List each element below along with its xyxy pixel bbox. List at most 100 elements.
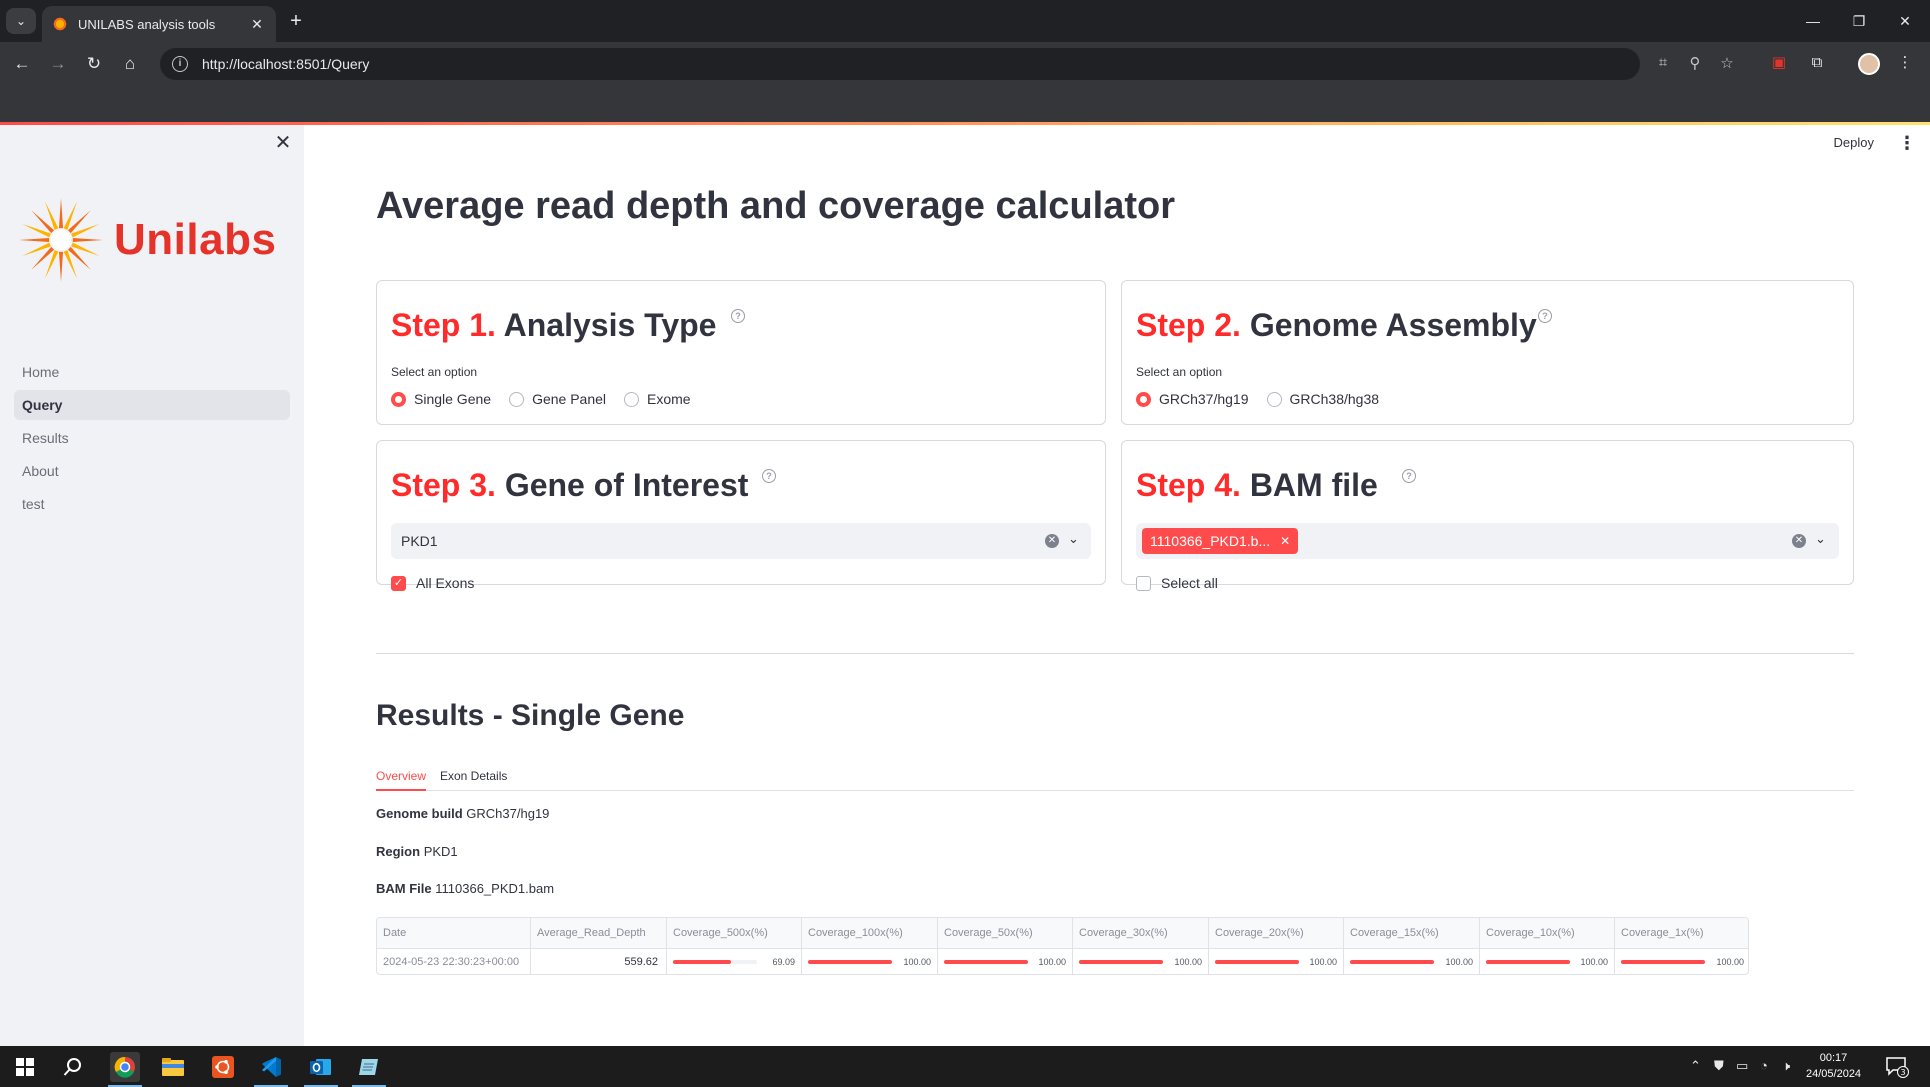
column-header[interactable]: Coverage_15x(%): [1344, 918, 1480, 948]
radio-label: GRCh37/hg19: [1159, 391, 1249, 407]
address-bar[interactable]: i http://localhost:8501/Query ⌗ ⚲ ☆: [160, 48, 1734, 80]
radio-unselected-icon: [509, 391, 525, 407]
logo-ray: [58, 198, 64, 229]
column-header[interactable]: Coverage_50x(%): [938, 918, 1073, 948]
radio-gene-panel[interactable]: Gene Panel: [509, 391, 606, 407]
windows-start-icon[interactable]: [10, 1052, 40, 1082]
clear-icon[interactable]: ✕: [1045, 534, 1059, 548]
sidebar: ✕ Unilabs Home Query Results About test: [0, 125, 304, 1046]
coverage-cell: 100.00: [938, 949, 1073, 974]
chrome-menu-icon[interactable]: ⋮: [1894, 52, 1916, 74]
taskbar-clock[interactable]: 00:17 24/05/2024: [1806, 1050, 1861, 1082]
results-table[interactable]: Date Average_Read_Depth Coverage_500x(%)…: [376, 917, 1749, 975]
home-icon[interactable]: ⌂: [116, 50, 144, 78]
table-row[interactable]: 2024-05-23 22:30:23+00:00 559.62 69.09 1…: [377, 949, 1748, 974]
step1-heading: Step 1. Analysis Type: [391, 307, 716, 344]
coverage-cell: 69.09: [667, 949, 802, 974]
minimize-icon[interactable]: —: [1798, 8, 1828, 34]
search-icon[interactable]: [58, 1052, 88, 1082]
all-exons-checkbox[interactable]: ✓ All Exons: [391, 575, 474, 591]
forward-icon[interactable]: →: [44, 50, 72, 78]
extension-icon[interactable]: ▣: [1768, 52, 1790, 74]
notification-icon[interactable]: 3: [1882, 1052, 1912, 1082]
browser-toolbar: ← → ↻ ⌂ i http://localhost:8501/Query ⌗ …: [0, 42, 1930, 86]
column-header[interactable]: Coverage_10x(%): [1480, 918, 1615, 948]
column-header[interactable]: Coverage_30x(%): [1073, 918, 1209, 948]
progress-bar: [1079, 960, 1163, 964]
notification-count: 3: [1900, 1068, 1905, 1077]
bookmark-star-icon[interactable]: ☆: [1716, 54, 1738, 72]
progress-fill: [1215, 960, 1299, 964]
profile-avatar[interactable]: [1858, 53, 1880, 75]
extensions-puzzle-icon[interactable]: ⧉: [1806, 52, 1828, 74]
coverage-value: 100.00: [1038, 957, 1066, 967]
ubuntu-icon[interactable]: [208, 1052, 238, 1082]
url-text[interactable]: http://localhost:8501/Query: [202, 56, 369, 72]
close-sidebar-icon[interactable]: ✕: [273, 133, 293, 153]
reload-icon[interactable]: ↻: [80, 50, 108, 78]
chevron-down-icon[interactable]: ⌄: [1068, 531, 1079, 547]
column-header[interactable]: Coverage_1x(%): [1615, 918, 1748, 948]
site-info-icon[interactable]: i: [172, 56, 188, 72]
translate-icon[interactable]: ⌗: [1652, 54, 1674, 71]
help-icon[interactable]: ?: [1538, 309, 1552, 323]
close-tab-icon[interactable]: ✕: [248, 16, 266, 33]
browser-tab[interactable]: UNILABS analysis tools ✕: [42, 6, 276, 42]
progress-fill: [808, 960, 892, 964]
progress-fill: [1079, 960, 1163, 964]
column-header[interactable]: Average_Read_Depth: [531, 918, 667, 948]
vscode-icon[interactable]: [256, 1052, 286, 1082]
radio-exome[interactable]: Exome: [624, 391, 691, 407]
volume-icon[interactable]: 🕨: [1782, 1058, 1790, 1074]
close-window-icon[interactable]: ✕: [1890, 8, 1920, 34]
progress-bar: [673, 960, 757, 964]
chrome-icon[interactable]: [110, 1052, 140, 1082]
bam-file-multiselect[interactable]: 1110366_PKD1.b... ✕ ✕ ⌄: [1136, 523, 1839, 559]
sidebar-item-query[interactable]: Query: [14, 390, 290, 420]
network-icon[interactable]: ◔: [1760, 1058, 1768, 1073]
defender-icon[interactable]: ⛊: [1714, 1058, 1724, 1074]
chip-label: 1110366_PKD1.b...: [1150, 533, 1271, 549]
help-icon[interactable]: ?: [731, 309, 745, 323]
gene-select[interactable]: PKD1 ✕ ⌄: [391, 523, 1091, 559]
tab-overview[interactable]: Overview: [376, 769, 426, 783]
bam-file-value: 1110366_PKD1.bam: [435, 881, 555, 896]
show-hidden-icons-icon[interactable]: ⌃: [1690, 1058, 1701, 1074]
outlook-icon[interactable]: [306, 1052, 336, 1082]
results-title: Results - Single Gene: [376, 699, 685, 732]
sidebar-item-results[interactable]: Results: [14, 423, 290, 453]
sidebar-item-test[interactable]: test: [14, 489, 290, 519]
coverage-value: 100.00: [1716, 957, 1744, 967]
chevron-down-icon[interactable]: ⌄: [1815, 531, 1826, 547]
column-header[interactable]: Date: [377, 918, 531, 948]
sidebar-item-about[interactable]: About: [14, 456, 290, 486]
radio-grch38[interactable]: GRCh38/hg38: [1266, 391, 1379, 407]
step2-option-label: Select an option: [1136, 365, 1223, 379]
notepad-icon[interactable]: [354, 1052, 384, 1082]
main-menu-icon[interactable]: ⋮: [1898, 133, 1916, 154]
coverage-cell: 100.00: [1073, 949, 1209, 974]
deploy-button[interactable]: Deploy: [1834, 135, 1874, 150]
radio-grch37[interactable]: GRCh37/hg19: [1136, 391, 1249, 407]
zoom-icon[interactable]: ⚲: [1684, 54, 1706, 72]
devices-icon[interactable]: ▭: [1736, 1058, 1748, 1074]
back-icon[interactable]: ←: [8, 50, 36, 78]
file-explorer-icon[interactable]: [158, 1052, 188, 1082]
tab-exon-details[interactable]: Exon Details: [440, 769, 507, 783]
date-cell: 2024-05-23 22:30:23+00:00: [377, 949, 531, 974]
select-all-checkbox[interactable]: Select all: [1136, 575, 1218, 591]
column-header[interactable]: Coverage_20x(%): [1209, 918, 1344, 948]
help-icon[interactable]: ?: [762, 469, 776, 483]
column-header[interactable]: Coverage_500x(%): [667, 918, 802, 948]
sidebar-item-home[interactable]: Home: [14, 357, 290, 387]
tab-dropdown-icon[interactable]: ⌄: [6, 8, 36, 34]
progress-bar: [944, 960, 1028, 964]
clear-icon[interactable]: ✕: [1792, 534, 1806, 548]
help-icon[interactable]: ?: [1402, 469, 1416, 483]
restore-icon[interactable]: ❐: [1844, 8, 1874, 34]
new-tab-icon[interactable]: +: [284, 9, 308, 33]
radio-single-gene[interactable]: Single Gene: [391, 391, 491, 407]
chip-remove-icon[interactable]: ✕: [1280, 534, 1290, 548]
bam-file-chip[interactable]: 1110366_PKD1.b... ✕: [1142, 528, 1299, 554]
column-header[interactable]: Coverage_100x(%): [802, 918, 938, 948]
